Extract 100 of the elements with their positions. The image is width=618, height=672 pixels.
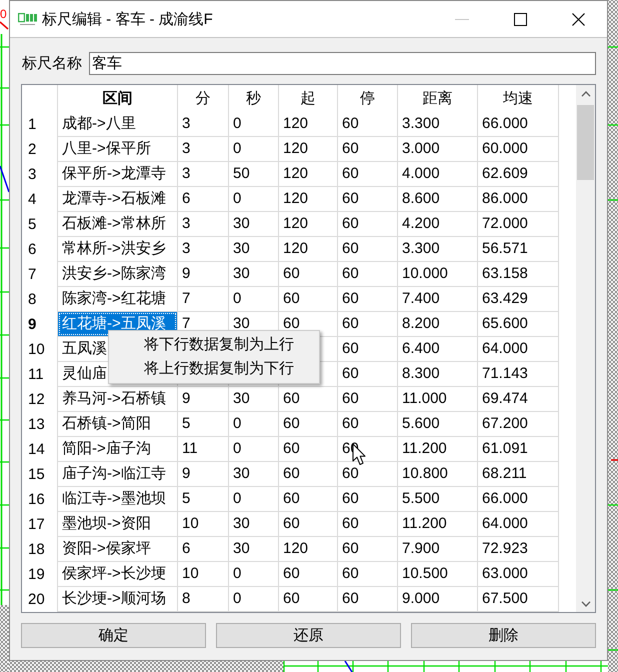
- table-cell-text: 64.000: [481, 339, 528, 359]
- table-cell-text: 60: [282, 439, 300, 459]
- table-cell-text: 10: [181, 514, 199, 534]
- column-header[interactable]: 停: [338, 85, 398, 112]
- table-cell-text: 常林所->洪安乡: [61, 239, 166, 259]
- table-cell-text: 60.000: [481, 139, 528, 159]
- table-cell-text: 10.800: [401, 464, 448, 484]
- table-cell-text: 60: [341, 414, 359, 434]
- table-cell-text: 120: [282, 189, 308, 209]
- table-cell-text: 66.000: [481, 114, 528, 134]
- table-cell-text: 0: [232, 114, 242, 134]
- table-cell-text: 庙子沟->临江寺: [61, 464, 166, 484]
- table-cell-text: 0: [232, 589, 242, 609]
- table-cell-text: 67.500: [481, 589, 528, 609]
- row-number: 16: [28, 490, 45, 510]
- column-header[interactable]: 距离: [398, 85, 478, 112]
- table-cell-text: 60: [341, 114, 359, 134]
- table-cell-text: 67.200: [481, 414, 528, 434]
- table-cell-text: 60: [341, 389, 359, 409]
- table-cell-text: 61.091: [481, 439, 528, 459]
- table-cell-text: 60: [341, 314, 359, 334]
- table-cell-text: 陈家湾->红花塘: [61, 289, 166, 309]
- table-cell-text: 3.300: [401, 239, 440, 259]
- table-cell-text: 0: [232, 289, 242, 309]
- row-number: 1: [28, 114, 36, 134]
- table-cell-text: 3: [181, 139, 190, 159]
- table-cell-text: 60: [341, 214, 359, 234]
- table-cell-text: 60: [341, 189, 359, 209]
- table-cell-text: 5.500: [401, 489, 440, 509]
- row-number: 2: [28, 140, 36, 160]
- table-cell-text: 3: [181, 164, 190, 184]
- table-cell-text: 3.300: [401, 114, 440, 134]
- row-number: 3: [28, 164, 36, 184]
- menu-item[interactable]: 将上行数据复制为下行: [109, 357, 319, 381]
- table-cell-text: 62.609: [481, 164, 528, 184]
- row-number: 7: [28, 264, 36, 284]
- table-cell-text: 灵仙庙: [61, 364, 107, 384]
- table-cell-text: 五凤溪: [61, 339, 107, 359]
- table-cell-text: 60: [341, 489, 359, 509]
- table-cell-text: 8.600: [401, 189, 440, 209]
- row-number: 11: [28, 364, 44, 384]
- table-cell-text: 60: [341, 364, 359, 384]
- table-cell-text: 120: [282, 539, 308, 559]
- row-number: 6: [28, 240, 36, 260]
- action-button[interactable]: 删除: [411, 623, 596, 648]
- action-button[interactable]: 确定: [21, 623, 206, 648]
- table-cell-text: 3: [181, 214, 190, 234]
- table-cell-text: 60: [341, 514, 359, 534]
- row-number: 13: [28, 414, 45, 434]
- table-cell-text: 120: [282, 239, 308, 259]
- table-cell-text: 60: [341, 289, 359, 309]
- table-cell-text: 60: [341, 589, 359, 609]
- table-cell-text: 11.200: [401, 514, 447, 534]
- row-number: 18: [28, 540, 45, 560]
- row-number: 17: [28, 514, 45, 534]
- table-cell-text: 60: [282, 414, 300, 434]
- table-cell-text: 60: [341, 239, 359, 259]
- table-cell-text: 120: [282, 164, 308, 184]
- table-cell-text: 0: [232, 439, 242, 459]
- action-button[interactable]: 还原: [216, 623, 401, 648]
- table-cell-text: 10: [181, 564, 199, 584]
- name-input[interactable]: 客车: [89, 52, 596, 75]
- column-header[interactable]: 区间: [58, 85, 178, 112]
- column-header[interactable]: 秒: [229, 85, 279, 112]
- table-cell-text: 30: [232, 214, 250, 234]
- table-cell-text: 60: [282, 289, 300, 309]
- table-cell-text: 60: [282, 564, 300, 584]
- column-header[interactable]: 起: [279, 85, 338, 112]
- table-cell-text: 30: [232, 539, 250, 559]
- scrollbar-thumb[interactable]: [577, 105, 594, 180]
- table-cell-text: 10.500: [401, 564, 448, 584]
- column-header[interactable]: 分: [178, 85, 229, 112]
- table-cell-text: 5: [181, 489, 190, 509]
- table-cell-text: 30: [232, 389, 250, 409]
- table-cell-text: 9: [181, 464, 190, 484]
- table-cell-text: 保平所->龙潭寺: [61, 164, 166, 184]
- field-label: 标尺名称: [22, 54, 82, 73]
- window-title: 标尺编辑 - 客车 - 成渝线F: [42, 10, 213, 28]
- table-cell-text: 68.211: [481, 464, 527, 484]
- table-cell-text: 72.923: [481, 539, 528, 559]
- table-cell-text: 石板滩->常林所: [61, 214, 166, 234]
- row-number: 10: [28, 340, 45, 360]
- row-number: 14: [28, 440, 45, 460]
- table-cell-text: 8.200: [401, 314, 440, 334]
- table-cell-text: 侯家坪->长沙埂: [61, 564, 166, 584]
- table-cell-text: 7: [181, 314, 190, 334]
- table-cell-text: 资阳->侯家坪: [61, 539, 151, 559]
- table-cell-text: 60: [341, 164, 359, 184]
- table-cell-text: 3: [181, 114, 190, 134]
- row-number: 19: [28, 564, 45, 584]
- table-cell-text: 5: [181, 414, 190, 434]
- scrollbar[interactable]: [576, 85, 595, 612]
- column-header[interactable]: 均速: [478, 85, 559, 112]
- table-cell-text: 60: [282, 589, 300, 609]
- table-cell-text: 60: [282, 464, 300, 484]
- table-cell-text: 69.474: [481, 389, 528, 409]
- menu-item[interactable]: 将下行数据复制为上行: [109, 333, 319, 357]
- table-cell-text: 长沙埂->顺河场: [61, 589, 166, 609]
- table-cell-text: 8: [181, 589, 190, 609]
- table-cell-text: 9: [181, 389, 190, 409]
